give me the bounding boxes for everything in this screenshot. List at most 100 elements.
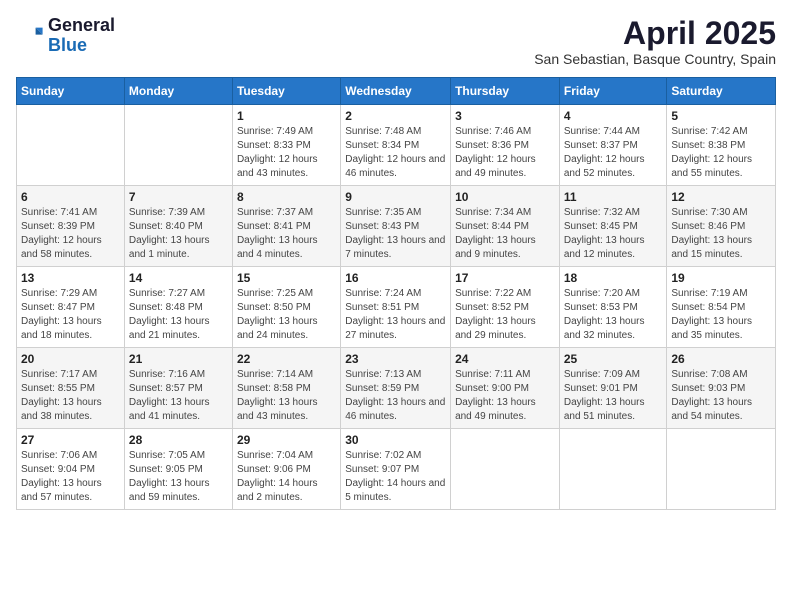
day-info: Sunrise: 7:25 AM Sunset: 8:50 PM Dayligh… [237,287,336,343]
day-number: 29 [237,433,336,447]
calendar-cell: 10 Sunrise: 7:34 AM Sunset: 8:44 PM Dayli… [451,186,560,267]
calendar-cell [451,429,560,510]
page-header: General Blue April 2025 San Sebastian, B… [16,16,776,67]
day-number: 5 [671,109,771,123]
calendar-cell: 18Sunrise: 7:20 AM Sunset: 8:53 PM Dayli… [559,267,667,348]
calendar-row-5: 27 Sunrise: 7:06 AM Sunset: 9:04 PM Dayli… [17,429,776,510]
day-number: 15 [237,271,336,285]
calendar-cell: 4 Sunrise: 7:44 AM Sunset: 8:37 PM Daylig… [559,105,667,186]
day-info: Sunrise: 7:22 AM Sunset: 8:52 PM Dayligh… [455,287,555,343]
day-info: Sunrise: 7:11 AM Sunset: 9:00 PM Dayligh… [455,368,555,424]
calendar-cell: 26 Sunrise: 7:08 AM Sunset: 9:03 PM Dayli… [667,348,776,429]
calendar-cell: 27 Sunrise: 7:06 AM Sunset: 9:04 PM Dayli… [17,429,125,510]
calendar-cell: 28Sunrise: 7:05 AM Sunset: 9:05 PM Dayli… [124,429,232,510]
day-number: 20 [21,352,120,366]
day-number: 21 [129,352,228,366]
day-info: Sunrise: 7:09 AM Sunset: 9:01 PM Dayligh… [564,368,663,424]
calendar-cell: 2Sunrise: 7:48 AM Sunset: 8:34 PM Daylig… [341,105,451,186]
calendar-row-2: 6 Sunrise: 7:41 AM Sunset: 8:39 PM Daylig… [17,186,776,267]
calendar-cell: 22 Sunrise: 7:14 AM Sunset: 8:58 PM Dayli… [232,348,340,429]
day-number: 24 [455,352,555,366]
calendar-cell: 15 Sunrise: 7:25 AM Sunset: 8:50 PM Dayli… [232,267,340,348]
header-tuesday: Tuesday [232,78,340,105]
day-number: 1 [237,109,336,123]
day-number: 7 [129,190,228,204]
header-wednesday: Wednesday [341,78,451,105]
day-number: 28 [129,433,228,447]
day-number: 22 [237,352,336,366]
day-info: Sunrise: 7:32 AM Sunset: 8:45 PM Dayligh… [564,206,663,262]
day-info: Sunrise: 7:48 AM Sunset: 8:34 PM Dayligh… [345,125,446,181]
calendar-cell [17,105,125,186]
logo-blue: Blue [48,36,115,56]
day-number: 4 [564,109,663,123]
day-number: 13 [21,271,120,285]
header-saturday: Saturday [667,78,776,105]
header-friday: Friday [559,78,667,105]
day-info: Sunrise: 7:27 AM Sunset: 8:48 PM Dayligh… [129,287,228,343]
day-info: Sunrise: 7:37 AM Sunset: 8:41 PM Dayligh… [237,206,336,262]
day-info: Sunrise: 7:24 AM Sunset: 8:51 PM Dayligh… [345,287,446,343]
day-number: 27 [21,433,120,447]
calendar-body: 1 Sunrise: 7:49 AM Sunset: 8:33 PM Daylig… [17,105,776,510]
calendar-cell: 20 Sunrise: 7:17 AM Sunset: 8:55 PM Dayli… [17,348,125,429]
day-number: 26 [671,352,771,366]
day-info: Sunrise: 7:44 AM Sunset: 8:37 PM Dayligh… [564,125,663,181]
day-number: 18 [564,271,663,285]
calendar-cell: 23Sunrise: 7:13 AM Sunset: 8:59 PM Dayli… [341,348,451,429]
day-number: 14 [129,271,228,285]
logo-text: General Blue [48,16,115,56]
day-number: 6 [21,190,120,204]
day-info: Sunrise: 7:16 AM Sunset: 8:57 PM Dayligh… [129,368,228,424]
header-monday: Monday [124,78,232,105]
day-number: 25 [564,352,663,366]
calendar-cell: 6 Sunrise: 7:41 AM Sunset: 8:39 PM Daylig… [17,186,125,267]
day-number: 10 [455,190,555,204]
day-info: Sunrise: 7:42 AM Sunset: 8:38 PM Dayligh… [671,125,771,181]
calendar-cell: 1 Sunrise: 7:49 AM Sunset: 8:33 PM Daylig… [232,105,340,186]
header-sunday: Sunday [17,78,125,105]
calendar-cell: 25 Sunrise: 7:09 AM Sunset: 9:01 PM Dayli… [559,348,667,429]
calendar-cell: 21 Sunrise: 7:16 AM Sunset: 8:57 PM Dayli… [124,348,232,429]
calendar-cell: 24 Sunrise: 7:11 AM Sunset: 9:00 PM Dayli… [451,348,560,429]
logo: General Blue [16,16,115,56]
day-number: 3 [455,109,555,123]
day-info: Sunrise: 7:46 AM Sunset: 8:36 PM Dayligh… [455,125,555,181]
day-info: Sunrise: 7:02 AM Sunset: 9:07 PM Dayligh… [345,449,446,505]
day-info: Sunrise: 7:49 AM Sunset: 8:33 PM Dayligh… [237,125,336,181]
calendar-cell [559,429,667,510]
calendar-cell: 30 Sunrise: 7:02 AM Sunset: 9:07 PM Dayli… [341,429,451,510]
day-info: Sunrise: 7:04 AM Sunset: 9:06 PM Dayligh… [237,449,336,505]
location-title: San Sebastian, Basque Country, Spain [534,51,776,67]
day-info: Sunrise: 7:08 AM Sunset: 9:03 PM Dayligh… [671,368,771,424]
day-info: Sunrise: 7:06 AM Sunset: 9:04 PM Dayligh… [21,449,120,505]
calendar-cell [667,429,776,510]
header-thursday: Thursday [451,78,560,105]
day-info: Sunrise: 7:30 AM Sunset: 8:46 PM Dayligh… [671,206,771,262]
logo-general: General [48,16,115,36]
calendar-cell: 7Sunrise: 7:39 AM Sunset: 8:40 PM Daylig… [124,186,232,267]
day-info: Sunrise: 7:13 AM Sunset: 8:59 PM Dayligh… [345,368,446,424]
day-number: 11 [564,190,663,204]
day-info: Sunrise: 7:14 AM Sunset: 8:58 PM Dayligh… [237,368,336,424]
day-info: Sunrise: 7:41 AM Sunset: 8:39 PM Dayligh… [21,206,120,262]
calendar-cell: 5 Sunrise: 7:42 AM Sunset: 8:38 PM Daylig… [667,105,776,186]
calendar-cell: 9 Sunrise: 7:35 AM Sunset: 8:43 PM Daylig… [341,186,451,267]
day-number: 12 [671,190,771,204]
calendar-cell: 8 Sunrise: 7:37 AM Sunset: 8:41 PM Daylig… [232,186,340,267]
calendar-row-3: 13 Sunrise: 7:29 AM Sunset: 8:47 PM Dayli… [17,267,776,348]
day-number: 30 [345,433,446,447]
calendar-cell: 16Sunrise: 7:24 AM Sunset: 8:51 PM Dayli… [341,267,451,348]
header-row: SundayMondayTuesdayWednesdayThursdayFrid… [17,78,776,105]
calendar-header: SundayMondayTuesdayWednesdayThursdayFrid… [17,78,776,105]
calendar-cell: 29 Sunrise: 7:04 AM Sunset: 9:06 PM Dayli… [232,429,340,510]
day-info: Sunrise: 7:34 AM Sunset: 8:44 PM Dayligh… [455,206,555,262]
day-number: 8 [237,190,336,204]
day-info: Sunrise: 7:29 AM Sunset: 8:47 PM Dayligh… [21,287,120,343]
calendar-cell: 12 Sunrise: 7:30 AM Sunset: 8:46 PM Dayli… [667,186,776,267]
day-info: Sunrise: 7:17 AM Sunset: 8:55 PM Dayligh… [21,368,120,424]
calendar-cell: 19Sunrise: 7:19 AM Sunset: 8:54 PM Dayli… [667,267,776,348]
day-number: 17 [455,271,555,285]
day-info: Sunrise: 7:35 AM Sunset: 8:43 PM Dayligh… [345,206,446,262]
day-number: 9 [345,190,446,204]
